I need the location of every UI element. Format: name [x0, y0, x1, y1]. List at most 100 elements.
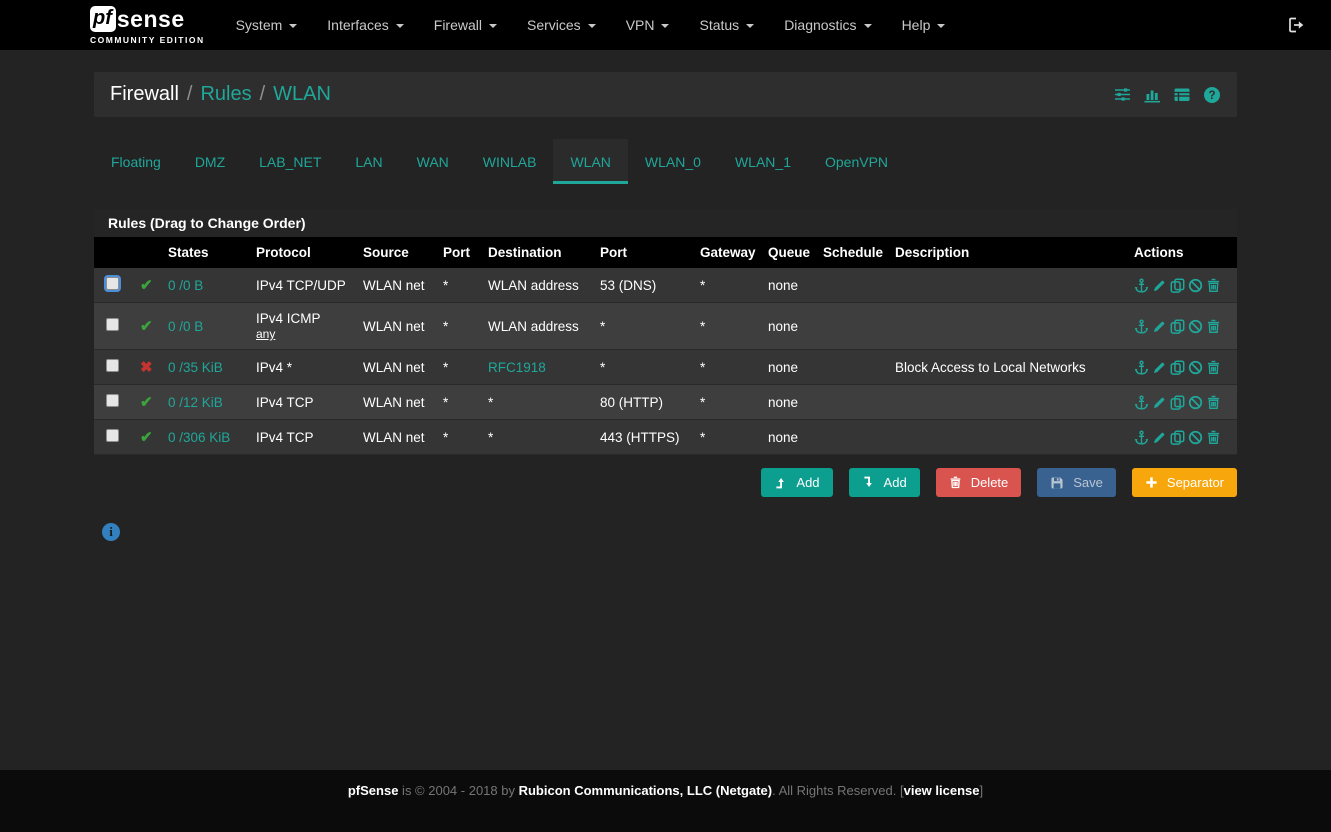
footer-link[interactable]: view license: [904, 783, 980, 798]
copy-action[interactable]: [1170, 360, 1185, 375]
sliders-icon: [1114, 86, 1131, 103]
status-pass-icon: ✔: [140, 318, 153, 335]
ban-action[interactable]: [1188, 319, 1203, 334]
ban-action[interactable]: [1188, 430, 1203, 445]
copy-icon: [1170, 278, 1185, 293]
anchor-icon: [1134, 430, 1149, 445]
trash-action[interactable]: [1206, 278, 1221, 293]
anchor-icon: [1134, 278, 1149, 293]
col-dest-port: Port: [594, 237, 694, 268]
rule-queue: none: [762, 350, 817, 385]
info-icon[interactable]: i: [102, 523, 120, 541]
tab-wlan_1[interactable]: WLAN_1: [718, 139, 808, 184]
pfsense-logo[interactable]: pf sense COMMUNITY EDITION: [90, 6, 205, 45]
copy-action[interactable]: [1170, 278, 1185, 293]
help-button[interactable]: ?: [1203, 86, 1221, 104]
rule-destination[interactable]: RFC1918: [488, 360, 546, 375]
anchor-action[interactable]: [1134, 278, 1149, 293]
save-button[interactable]: Save: [1037, 468, 1116, 497]
menu-diagnostics[interactable]: Diagnostics: [769, 0, 886, 50]
rule-checkbox[interactable]: [106, 359, 119, 372]
edit-action[interactable]: [1152, 395, 1167, 410]
rule-queue: none: [762, 303, 817, 350]
rule-gateway: *: [694, 420, 762, 455]
rule-checkbox[interactable]: [106, 394, 119, 407]
add-top-button[interactable]: Add: [761, 468, 832, 497]
edit-icon: [1152, 395, 1167, 410]
breadcrumb-separator: /: [187, 83, 193, 106]
anchor-action[interactable]: [1134, 430, 1149, 445]
tab-openvpn[interactable]: OpenVPN: [808, 139, 905, 184]
edit-icon: [1152, 278, 1167, 293]
trash-action[interactable]: [1206, 395, 1221, 410]
trash-action[interactable]: [1206, 319, 1221, 334]
ban-action[interactable]: [1188, 278, 1203, 293]
tab-winlab[interactable]: WINLAB: [466, 139, 554, 184]
rule-checkbox[interactable]: [106, 277, 119, 290]
separator-button[interactable]: Separator: [1132, 468, 1237, 497]
edit-action[interactable]: [1152, 360, 1167, 375]
breadcrumb-bar: Firewall /Rules/WLAN ?: [94, 72, 1237, 117]
ban-action[interactable]: [1188, 360, 1203, 375]
edit-action[interactable]: [1152, 319, 1167, 334]
rule-gateway: *: [694, 350, 762, 385]
separator-label: Separator: [1167, 475, 1224, 490]
rule-gateway: *: [694, 303, 762, 350]
menu-status[interactable]: Status: [684, 0, 769, 50]
rule-destination: *: [488, 395, 493, 410]
tab-wan[interactable]: WAN: [400, 139, 466, 184]
logout-button[interactable]: [1288, 17, 1305, 33]
footer-link[interactable]: pfSense: [348, 783, 399, 798]
menu-system[interactable]: System: [221, 0, 313, 50]
rule-checkbox[interactable]: [106, 318, 119, 331]
trash-action[interactable]: [1206, 360, 1221, 375]
tab-wlan_0[interactable]: WLAN_0: [628, 139, 718, 184]
tab-wlan[interactable]: WLAN: [553, 139, 627, 184]
bar-chart-button[interactable]: [1143, 86, 1161, 103]
menu-vpn[interactable]: VPN: [611, 0, 685, 50]
edit-action[interactable]: [1152, 278, 1167, 293]
tab-lan[interactable]: LAN: [338, 139, 399, 184]
anchor-action[interactable]: [1134, 360, 1149, 375]
ban-action[interactable]: [1188, 395, 1203, 410]
ban-icon: [1188, 430, 1203, 445]
menu-services[interactable]: Services: [512, 0, 611, 50]
add-bottom-button[interactable]: Add: [849, 468, 920, 497]
copy-action[interactable]: [1170, 319, 1185, 334]
menu-interfaces[interactable]: Interfaces: [312, 0, 418, 50]
tab-lab_net[interactable]: LAB_NET: [242, 139, 338, 184]
anchor-icon: [1134, 395, 1149, 410]
delete-button[interactable]: Delete: [936, 468, 1022, 497]
table-button[interactable]: [1173, 86, 1191, 103]
trash-action[interactable]: [1206, 430, 1221, 445]
pfsense-logo-edition: COMMUNITY EDITION: [90, 35, 205, 45]
footer-link[interactable]: Rubicon Communications, LLC (Netgate): [519, 783, 773, 798]
breadcrumb-rules[interactable]: Rules: [200, 83, 251, 106]
anchor-action[interactable]: [1134, 395, 1149, 410]
svg-text:?: ?: [1208, 90, 1215, 102]
sliders-button[interactable]: [1114, 86, 1131, 103]
table-header-row: StatesProtocolSourcePortDestinationPortG…: [94, 237, 1237, 268]
menu-firewall[interactable]: Firewall: [419, 0, 512, 50]
rule-checkbox[interactable]: [106, 429, 119, 442]
protocol-options-link[interactable]: any: [256, 327, 275, 341]
menu-help[interactable]: Help: [887, 0, 961, 50]
anchor-action[interactable]: [1134, 319, 1149, 334]
sign-out-icon: [1288, 17, 1305, 33]
rule-protocol: IPv4 TCP: [256, 395, 351, 410]
tab-floating[interactable]: Floating: [94, 139, 178, 184]
breadcrumb-wlan[interactable]: WLAN: [273, 83, 331, 106]
tab-dmz[interactable]: DMZ: [178, 139, 242, 184]
action-button-row: Add Add Delete Save Separator: [94, 468, 1237, 497]
rule-source-port: *: [437, 385, 482, 420]
footer-text-muted: ]: [980, 783, 984, 798]
trash-icon: [1206, 278, 1221, 293]
copy-action[interactable]: [1170, 430, 1185, 445]
plus-icon: [1145, 476, 1158, 489]
edit-action[interactable]: [1152, 430, 1167, 445]
chevron-down-icon: [937, 24, 945, 28]
copy-action[interactable]: [1170, 395, 1185, 410]
rule-description: [889, 420, 1128, 455]
rule-actions: [1134, 278, 1231, 293]
delete-label: Delete: [971, 475, 1009, 490]
